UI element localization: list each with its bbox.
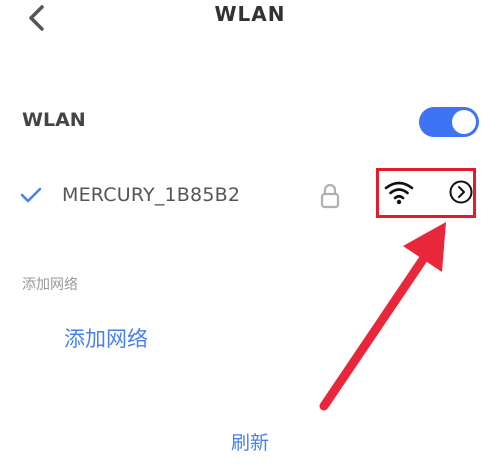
refresh-button[interactable]: 刷新 (0, 428, 500, 455)
network-name: MERCURY_1B85B2 (62, 184, 241, 206)
add-network-button[interactable]: 添加网络 (64, 323, 148, 353)
annotation-arrow (319, 222, 446, 411)
toggle-knob (452, 110, 476, 134)
wlan-toggle-label: WLAN (22, 109, 86, 131)
wlan-settings-screen: WLAN WLAN MERCURY_1B85B2 添加网络 添加网络 刷新 (0, 0, 500, 474)
page-title: WLAN (214, 2, 286, 26)
header: WLAN (0, 0, 500, 40)
section-label: 添加网络 (22, 277, 78, 293)
wifi-icon (384, 181, 414, 205)
check-icon (20, 187, 42, 203)
chevron-right-circle-icon[interactable] (449, 180, 473, 204)
connected-network-row[interactable]: MERCURY_1B85B2 (0, 168, 500, 228)
wlan-toggle-switch[interactable] (419, 107, 479, 137)
lock-icon (320, 183, 340, 209)
wlan-toggle-row: WLAN (0, 96, 500, 146)
